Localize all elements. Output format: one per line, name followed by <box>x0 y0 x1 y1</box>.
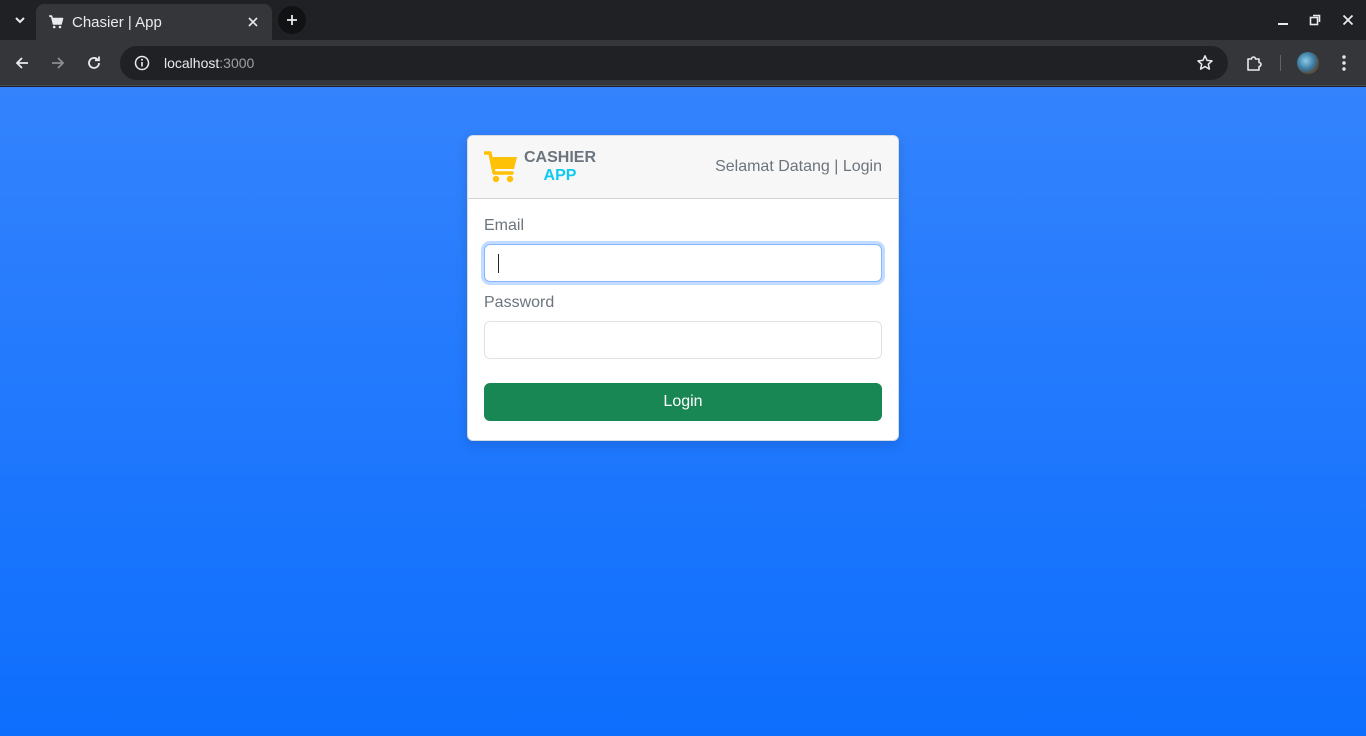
plus-icon <box>287 15 297 25</box>
text-caret <box>498 254 499 273</box>
new-tab-button[interactable] <box>278 6 306 34</box>
password-label: Password <box>484 294 555 311</box>
brand-text: CASHIER APP <box>524 149 596 185</box>
brand: CASHIER APP <box>484 149 596 185</box>
browser-tab-bar: Chasier | App <box>0 0 1366 40</box>
more-menu-icon[interactable] <box>1331 50 1357 76</box>
tab-title: Chasier | App <box>72 13 162 31</box>
tab-search-icon[interactable] <box>8 8 32 32</box>
address-bar[interactable]: localhost:3000 <box>120 46 1228 80</box>
reload-icon[interactable] <box>81 50 107 76</box>
forward-icon[interactable] <box>45 50 71 76</box>
close-icon[interactable] <box>244 13 262 31</box>
star-icon[interactable] <box>1194 52 1216 74</box>
profile-avatar[interactable] <box>1297 52 1319 74</box>
password-field[interactable] <box>484 321 882 359</box>
login-form: Email Password Login <box>468 199 898 437</box>
cart-icon <box>484 151 517 183</box>
card-header: CASHIER APP Selamat Datang | Login <box>468 136 898 199</box>
header-greeting: Selamat Datang | Login <box>715 158 882 175</box>
browser-tab[interactable]: Chasier | App <box>36 4 272 40</box>
login-button[interactable]: Login <box>484 383 882 421</box>
close-window-icon[interactable] <box>1338 10 1358 30</box>
cart-favicon-icon <box>48 14 64 30</box>
site-info-icon[interactable] <box>132 53 152 73</box>
email-label: Email <box>484 217 525 234</box>
brand-name: CASHIER <box>524 149 597 166</box>
url-host: localhost <box>164 55 220 71</box>
brand-subtitle: APP <box>543 167 577 184</box>
login-card: CASHIER APP Selamat Datang | Login Email… <box>467 135 899 441</box>
minimize-icon[interactable] <box>1273 10 1293 30</box>
browser-toolbar: localhost:3000 <box>0 40 1366 86</box>
restore-icon[interactable] <box>1305 10 1325 30</box>
extensions-icon[interactable] <box>1241 50 1267 76</box>
url-port: :3000 <box>219 55 255 71</box>
back-icon[interactable] <box>9 50 35 76</box>
email-field[interactable] <box>484 244 882 282</box>
url-text: localhost:3000 <box>164 55 1194 71</box>
toolbar-divider <box>1280 55 1281 71</box>
page-viewport: CASHIER APP Selamat Datang | Login Email… <box>0 87 1366 736</box>
